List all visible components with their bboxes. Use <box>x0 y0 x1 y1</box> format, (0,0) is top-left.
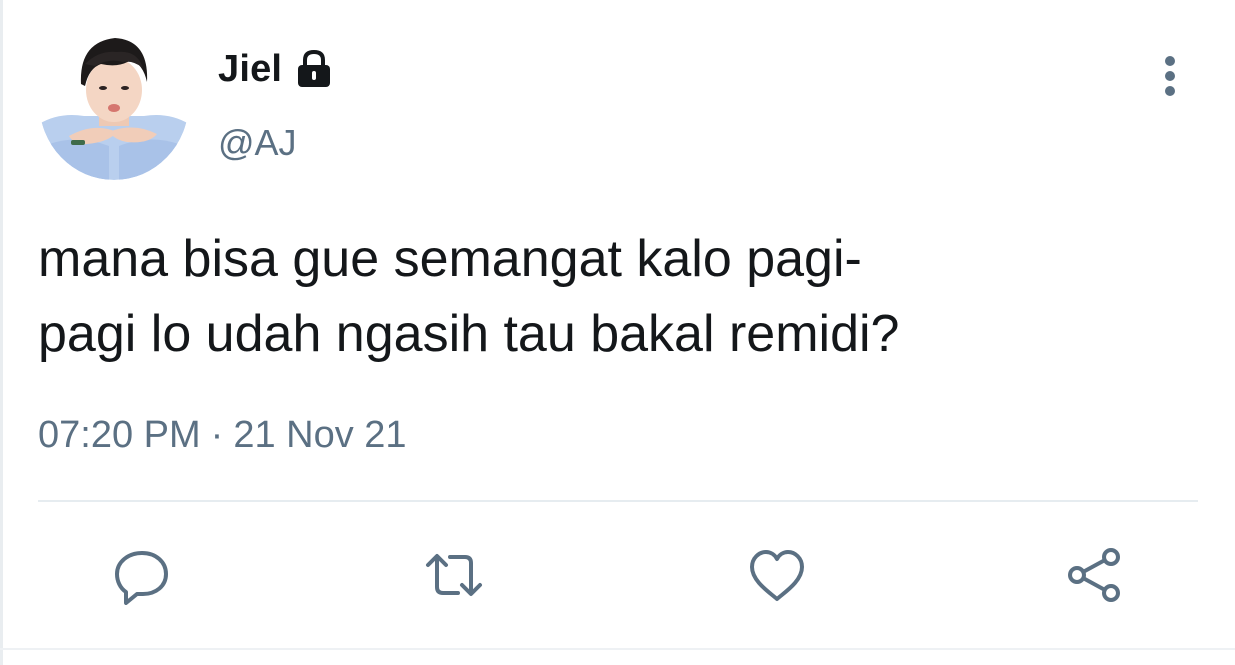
lock-icon <box>292 47 336 91</box>
retweet-icon[interactable] <box>424 545 484 605</box>
meta-separator: · <box>210 414 224 456</box>
user-handle[interactable]: @AJ <box>218 122 297 164</box>
tweet-text: mana bisa gue semangat kalo pagi- pagi l… <box>38 230 900 363</box>
display-name[interactable]: Jiel <box>218 48 282 91</box>
tweet-meta: 07:20 PM · 21 Nov 21 <box>38 414 407 457</box>
share-icon[interactable] <box>1065 545 1125 605</box>
more-vertical-icon[interactable] <box>1150 52 1190 100</box>
left-edge-border <box>0 0 3 665</box>
tweet-card: Jiel @AJ mana bisa gue semangat kalo pag… <box>0 0 1235 665</box>
avatar[interactable] <box>39 24 189 180</box>
reply-icon[interactable] <box>112 545 172 605</box>
avatar-image <box>39 24 189 180</box>
tweet-date[interactable]: 21 Nov 21 <box>233 414 406 456</box>
divider <box>38 500 1198 502</box>
display-name-row: Jiel <box>218 44 336 94</box>
heart-icon[interactable] <box>747 545 807 605</box>
bottom-border <box>0 648 1235 650</box>
tweet-time[interactable]: 07:20 PM <box>38 414 201 456</box>
